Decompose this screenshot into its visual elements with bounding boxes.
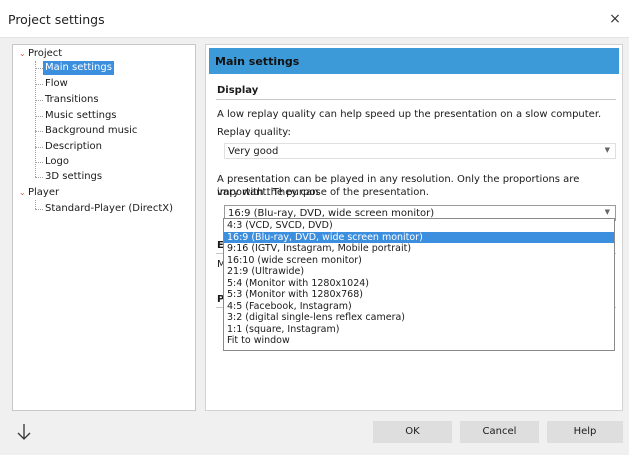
dropdown-option[interactable]: 1:1 (square, Instagram) xyxy=(224,324,614,336)
panel-header: Main settings xyxy=(209,48,619,74)
section-divider xyxy=(216,99,616,100)
tree-connector xyxy=(35,61,36,177)
tree-connector xyxy=(35,200,36,209)
resolution-help-text-line-2: vary with the purpose of the presentatio… xyxy=(217,187,429,198)
aspect-ratio-dropdown-list[interactable]: 4:3 (VCD, SVCD, DVD) 16:9 (Blu-ray, DVD,… xyxy=(223,218,615,351)
dropdown-option[interactable]: 4:5 (Facebook, Instagram) xyxy=(224,301,614,313)
tree-connector xyxy=(35,162,43,163)
panel-title: Main settings xyxy=(215,55,300,68)
chevron-down-icon: ▼ xyxy=(604,146,610,154)
ok-button[interactable]: OK xyxy=(373,421,452,443)
dropdown-option[interactable]: 4:3 (VCD, SVCD, DVD) xyxy=(224,220,614,232)
tree-connector xyxy=(35,131,43,132)
cancel-button[interactable]: Cancel xyxy=(460,421,539,443)
dialog-footer: OK Cancel Help xyxy=(0,415,629,455)
quality-label: Replay quality: xyxy=(217,127,291,138)
quality-help-text: A low replay quality can help speed up t… xyxy=(217,109,602,120)
tree-connector xyxy=(35,209,43,210)
tree-item-flow[interactable]: Flow xyxy=(45,77,68,91)
tree-node-player[interactable]: Player xyxy=(28,186,59,200)
help-button[interactable]: Help xyxy=(547,421,623,443)
dropdown-option[interactable]: Fit to window xyxy=(224,335,614,347)
quality-select[interactable]: Very good ▼ xyxy=(224,143,616,159)
dropdown-option-selected[interactable]: 16:9 (Blu-ray, DVD, wide screen monitor) xyxy=(224,231,614,243)
dropdown-option[interactable]: 9:16 (IGTV, Instagram, Mobile portrait) xyxy=(224,243,614,255)
dropdown-option[interactable]: 5:4 (Monitor with 1280x1024) xyxy=(224,278,614,290)
quality-select-value: Very good xyxy=(228,146,279,157)
tree-connector xyxy=(35,100,43,101)
tree-item-3d-settings[interactable]: 3D settings xyxy=(45,170,102,184)
dropdown-option[interactable]: 16:10 (wide screen monitor) xyxy=(224,255,614,267)
dropdown-option[interactable]: 5:3 (Monitor with 1280x768) xyxy=(224,289,614,301)
dropdown-option[interactable]: 21:9 (Ultrawide) xyxy=(224,266,614,278)
title-bar: Project settings × xyxy=(0,0,629,38)
tree-item-main-settings[interactable]: Main settings xyxy=(43,61,114,75)
window-title: Project settings xyxy=(8,12,105,27)
tree-connector xyxy=(35,84,43,85)
tree-item-standard-player[interactable]: Standard-Player (DirectX) xyxy=(45,202,173,216)
tree-item-description[interactable]: Description xyxy=(45,140,102,154)
dropdown-option[interactable]: 3:2 (digital single-lens reflex camera) xyxy=(224,312,614,324)
tree-connector xyxy=(35,177,43,178)
section-display: Display xyxy=(217,85,259,96)
tree-item-background-music[interactable]: Background music xyxy=(45,124,137,138)
tree-item-transitions[interactable]: Transitions xyxy=(45,93,99,107)
chevron-down-icon: ▼ xyxy=(604,208,610,216)
expand-arrow-icon[interactable]: ⌄ xyxy=(19,188,26,197)
close-icon[interactable]: × xyxy=(607,11,623,27)
tree-connector xyxy=(35,116,43,117)
arrow-down-icon[interactable] xyxy=(14,421,34,443)
expand-arrow-icon[interactable]: ⌄ xyxy=(19,49,26,58)
tree-connector xyxy=(35,68,43,69)
tree-node-project[interactable]: Project xyxy=(28,47,62,61)
tree-connector xyxy=(35,147,43,148)
tree-item-music-settings[interactable]: Music settings xyxy=(45,109,117,123)
settings-tree[interactable]: ⌄ Project Main settings Flow Transitions… xyxy=(12,44,196,411)
tree-item-logo[interactable]: Logo xyxy=(45,155,69,169)
